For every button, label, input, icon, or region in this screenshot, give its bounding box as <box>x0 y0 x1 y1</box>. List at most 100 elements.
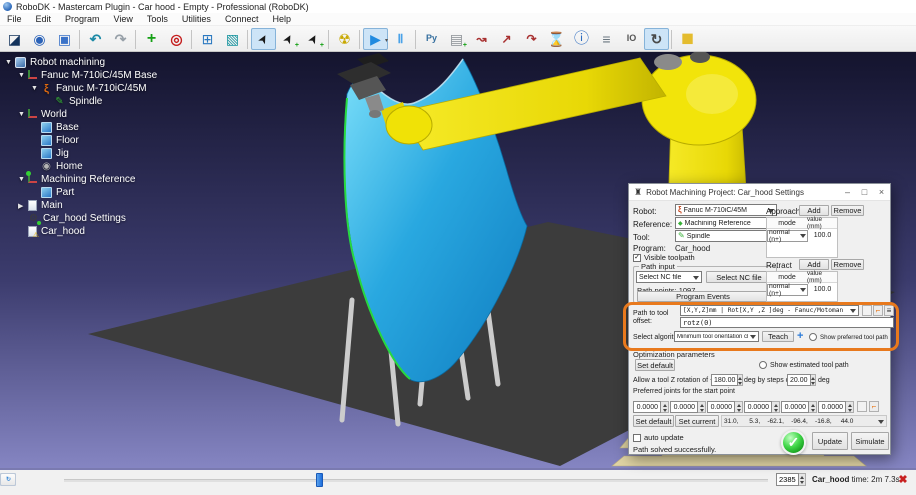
program-events-button[interactable]: Program Events <box>637 291 769 302</box>
joint-spinbox[interactable]: 0.0000 <box>744 401 780 413</box>
expander-icon[interactable]: ▼ <box>18 72 28 79</box>
save-station-icon[interactable]: ▣ <box>52 28 77 50</box>
spinner-arrows[interactable] <box>772 401 780 413</box>
tree-item-machining-reference[interactable]: ▼ Machining Reference <box>3 173 157 186</box>
tree-item-jig[interactable]: Jig <box>3 147 157 160</box>
teach-button[interactable]: Teach <box>762 331 794 342</box>
expander-icon[interactable]: ▶ <box>18 202 28 210</box>
offset-value-input[interactable]: rotz(0) <box>680 317 894 328</box>
tree-item-fanuc-base[interactable]: ▼ Fanuc M-710iC/45M Base <box>3 69 157 82</box>
connect-robot-icon[interactable]: ≡ <box>594 28 619 50</box>
spinner-arrows[interactable] <box>738 374 743 386</box>
tree-item-world[interactable]: ▼ World <box>3 108 157 121</box>
joint-spinbox[interactable]: 0.0000 <box>818 401 854 413</box>
show-message-icon[interactable]: ⓘ <box>569 28 594 50</box>
menu-help[interactable]: Help <box>265 14 298 24</box>
spinner-arrows[interactable] <box>661 401 669 413</box>
menu-edit[interactable]: Edit <box>29 14 59 24</box>
reference-combo[interactable]: Machining Reference <box>675 217 777 229</box>
approach-value-cell[interactable]: 100.0 <box>808 232 837 239</box>
spinner-arrows[interactable] <box>698 401 706 413</box>
isometric-view-icon[interactable]: ▧ <box>220 28 245 50</box>
spinner-arrows[interactable] <box>799 473 806 486</box>
move-joint-icon[interactable]: ↝ <box>469 28 494 50</box>
menu-file[interactable]: File <box>0 14 29 24</box>
select-nc-dropdown[interactable]: Select NC file <box>636 271 702 283</box>
check-collisions-icon[interactable]: ☢ <box>332 28 357 50</box>
joint-spinbox[interactable]: 0.0000 <box>633 401 669 413</box>
tree-item-robot-machining[interactable]: ▼ Robot machining <box>3 56 157 69</box>
tree-item-base[interactable]: Base <box>3 121 157 134</box>
select-icon[interactable]: ➤ <box>251 28 276 50</box>
spinner-arrows[interactable] <box>811 374 816 386</box>
minimize-button[interactable]: – <box>839 184 856 200</box>
joints-reset-button[interactable]: ⌐ <box>869 401 879 412</box>
move-linear-icon[interactable]: ↗ <box>494 28 519 50</box>
spinner-arrows[interactable] <box>735 401 743 413</box>
move-circular-icon[interactable]: ↷ <box>519 28 544 50</box>
joints-set-default-button[interactable]: Set default <box>633 415 674 427</box>
wait-icon[interactable]: ⌛ <box>544 28 569 50</box>
retract-remove-button[interactable]: Remove <box>831 259 864 270</box>
expander-icon[interactable]: ▼ <box>18 111 28 118</box>
close-button[interactable]: × <box>873 184 890 200</box>
io-icon[interactable]: IO <box>619 28 644 50</box>
tree-item-spindle[interactable]: Spindle <box>3 95 157 108</box>
menu-connect[interactable]: Connect <box>218 14 266 24</box>
joints-set-current-button[interactable]: Set current <box>675 415 719 427</box>
stop-close-icon[interactable]: ✖ <box>895 472 911 487</box>
play-icon[interactable]: ▶ ▾ <box>363 28 388 50</box>
tree-item-car-hood-settings[interactable]: Car_hood Settings <box>3 212 157 225</box>
open-project-icon[interactable]: ◪ <box>2 28 27 50</box>
approach-mode-combo[interactable]: normal (n+) <box>767 230 808 242</box>
tool-combo[interactable]: Spindle <box>675 230 777 242</box>
tree-item-main[interactable]: ▶ Main <box>3 199 157 212</box>
offset-reset-button[interactable]: ⌐ <box>873 305 883 316</box>
website-icon[interactable]: ◉ <box>27 28 52 50</box>
show-preferred-toolpath-radio[interactable]: Show preferred tool path <box>809 333 888 341</box>
select-nc-file-button[interactable]: Select NC file <box>706 271 772 283</box>
loop-button[interactable]: ↻ <box>0 473 16 486</box>
menu-tools[interactable]: Tools <box>140 14 175 24</box>
spinner-arrows[interactable] <box>846 401 854 413</box>
visible-toolpath-checkbox[interactable]: ✓ Visible toolpath <box>633 253 695 262</box>
approach-add-button[interactable]: Add <box>799 205 829 216</box>
retract-value-cell[interactable]: 100.0 <box>808 286 837 293</box>
retract-mode-combo[interactable]: normal (n+) <box>767 284 808 296</box>
pause-icon[interactable]: Ⅱ <box>388 28 413 50</box>
tree-item-part[interactable]: Part <box>3 186 157 199</box>
rotation-spinbox[interactable]: 180.00 <box>711 374 741 386</box>
joint-spinbox[interactable]: 0.0000 <box>707 401 743 413</box>
offset-format-combo[interactable]: [X,Y,Z]mm | Rot[X,Y ,Z ]deg - Fanuc/Moto… <box>680 305 859 316</box>
current-joints-readout[interactable]: 31.0, 5.3, -62.1, -96.4, -16.8, 44.0 <box>721 415 887 427</box>
retract-add-button[interactable]: Add <box>799 259 829 270</box>
tree-item-fanuc-robot[interactable]: ▼ Fanuc M-710iC/45M <box>3 82 157 95</box>
tree-item-car-hood[interactable]: Car_hood <box>3 225 157 238</box>
joint-spinbox[interactable]: 0.0000 <box>670 401 706 413</box>
add-program-icon[interactable]: ▤ + <box>444 28 469 50</box>
maximize-button[interactable]: □ <box>856 184 873 200</box>
auto-update-checkbox[interactable]: auto update <box>633 433 684 442</box>
simulation-slider-track[interactable] <box>64 479 768 482</box>
fit-view-icon[interactable]: ⊞ <box>195 28 220 50</box>
simulation-slider-handle[interactable] <box>316 473 323 487</box>
add-preferred-path-button[interactable]: + <box>797 330 803 342</box>
mastercam-plugin-icon[interactable]: ◼ <box>675 28 700 50</box>
approach-remove-button[interactable]: Remove <box>831 205 864 216</box>
robot-combo[interactable]: Fanuc M-710iC/45M <box>675 204 777 216</box>
joint-spinbox[interactable]: 0.0000 <box>781 401 817 413</box>
tree-item-floor[interactable]: Floor <box>3 134 157 147</box>
expander-icon[interactable]: ▼ <box>18 176 28 183</box>
add-frame-icon[interactable]: + <box>139 28 164 50</box>
undo-icon[interactable]: ↶ <box>83 28 108 50</box>
select-move-tool-icon[interactable]: ➤ + <box>301 28 326 50</box>
dialog-title-bar[interactable]: ♜ Robot Machining Project: Car_hood Sett… <box>629 184 890 201</box>
menu-utilities[interactable]: Utilities <box>175 14 218 24</box>
simulate-button[interactable]: Simulate <box>851 432 889 450</box>
spinner-arrows[interactable] <box>809 401 817 413</box>
add-target-icon[interactable]: ◎ <box>164 28 189 50</box>
expander-icon[interactable]: ▼ <box>31 85 41 92</box>
show-estimated-toolpath-radio[interactable]: Show estimated tool path <box>759 361 849 369</box>
expander-icon[interactable]: ▼ <box>5 59 15 66</box>
offset-menu-button[interactable]: ≡ <box>884 305 894 316</box>
